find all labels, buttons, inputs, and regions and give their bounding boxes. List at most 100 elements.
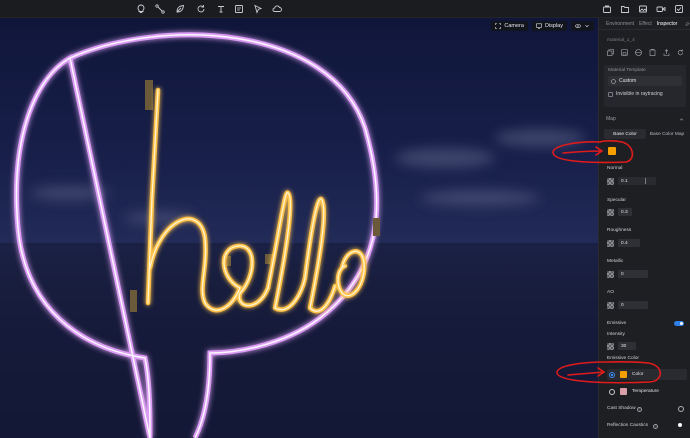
viewport-buttons: Camera Display <box>491 21 594 31</box>
invisible-raytracing-checkbox[interactable] <box>608 91 613 97</box>
bag-icon[interactable] <box>602 4 612 14</box>
cast-shadow-toggle[interactable] <box>678 406 684 412</box>
paste-icon[interactable] <box>649 49 656 56</box>
cursor-icon[interactable] <box>253 4 263 14</box>
share-icon[interactable] <box>663 49 670 56</box>
normal-slider[interactable]: 0.1 <box>618 177 656 185</box>
normal-slider-handle[interactable] <box>645 178 646 184</box>
tab-environment[interactable]: Environment <box>606 21 634 27</box>
temperature-swatch[interactable] <box>620 388 627 395</box>
emissive-color-option[interactable]: Color <box>607 369 687 380</box>
base-color-subtabs: Base Color Base Color Map <box>604 129 688 139</box>
inspector-action-icons <box>607 49 684 56</box>
normal-map-slot[interactable] <box>607 177 614 185</box>
camera-label: Camera <box>504 23 524 29</box>
reflection-caustics-help-icon[interactable]: ? <box>653 424 658 429</box>
text-icon[interactable] <box>216 4 226 14</box>
object-name: material_1_4 <box>607 38 635 43</box>
emissive-color-swatch[interactable] <box>620 371 627 378</box>
chevron-up-icon[interactable] <box>679 117 684 122</box>
camera-button[interactable]: Camera <box>491 21 528 31</box>
roughness-map-slot[interactable] <box>607 239 614 247</box>
pin-icon[interactable] <box>685 21 690 27</box>
metallic-row: 0 <box>607 270 648 278</box>
rotate-icon[interactable] <box>196 4 206 14</box>
view-options-button[interactable] <box>571 21 594 31</box>
invisible-raytracing-label: Invisible in raytracing <box>616 91 663 97</box>
duplicate-icon[interactable] <box>607 49 614 56</box>
monitor-icon <box>536 23 542 29</box>
temperature-option[interactable]: Temperature <box>607 386 687 397</box>
bulb-icon[interactable] <box>136 4 146 14</box>
intensity-label: Intensity <box>607 332 625 337</box>
material-template-label: Material Template <box>608 68 646 73</box>
ao-map-slot[interactable] <box>607 301 614 309</box>
intensity-map-slot[interactable] <box>607 342 614 350</box>
viewport-scene <box>0 32 598 438</box>
ao-value[interactable]: 0 <box>618 301 648 309</box>
roughness-row: 0.4 <box>607 239 640 247</box>
tab-effect[interactable]: Effect <box>639 21 652 27</box>
cast-shadow-help-icon[interactable]: ? <box>637 407 642 412</box>
material-template-value: Custom <box>619 78 637 84</box>
invisible-raytracing-row[interactable]: Invisible in raytracing <box>608 91 663 97</box>
connector-icon[interactable] <box>155 4 165 14</box>
normal-value: 0.1 <box>621 178 628 184</box>
specular-row: 0.3 <box>607 208 632 216</box>
panel-tabs: Environment Effect Inspector <box>599 18 690 30</box>
map-section-title: Map <box>606 116 616 122</box>
normal-row: 0.1 <box>607 177 656 185</box>
emissive-color-radio[interactable] <box>609 371 615 378</box>
folder-icon[interactable] <box>620 4 630 14</box>
reflection-caustics-toggle[interactable] <box>678 423 682 427</box>
emissive-toggle[interactable] <box>674 321 684 326</box>
base-color-swatch[interactable] <box>608 147 616 155</box>
top-right-tools <box>602 4 684 14</box>
inspector-panel: Environment Effect Inspector material_1_… <box>598 18 690 438</box>
roughness-label: Roughness <box>607 228 632 233</box>
base-color-row <box>607 147 616 155</box>
ao-label: AO <box>607 290 614 295</box>
tab-inspector[interactable]: Inspector <box>657 21 678 27</box>
display-label: Display <box>544 23 563 29</box>
specular-value[interactable]: 0.3 <box>618 208 632 216</box>
material-ball-icon[interactable] <box>635 49 642 56</box>
emissive-color-label: Emissive Color <box>607 356 639 361</box>
top-toolbar <box>0 0 690 18</box>
3d-viewport[interactable]: hello Camera Display <box>0 18 598 438</box>
subtab-base-color[interactable]: Base Color <box>604 129 646 139</box>
intensity-row: 30 <box>607 342 636 350</box>
specular-label: Specular <box>607 198 626 203</box>
cast-shadow-label: Cast Shadow <box>607 406 636 411</box>
chevron-down-icon <box>585 24 589 28</box>
temperature-radio[interactable] <box>609 388 615 395</box>
emissive-color-option-label: Color <box>632 372 644 377</box>
display-button[interactable]: Display <box>531 21 567 31</box>
cloud-layer <box>30 129 585 224</box>
subtab-base-color-map[interactable]: Base Color Map <box>646 129 688 139</box>
metallic-value[interactable]: 0 <box>618 270 648 278</box>
checkbox-icon[interactable] <box>674 4 684 14</box>
material-template-select[interactable]: Custom <box>608 76 682 86</box>
reset-icon[interactable] <box>677 49 684 56</box>
crosshair-icon <box>495 23 502 29</box>
eye-icon <box>575 24 581 28</box>
reflection-caustics-label: Reflection Caustics <box>607 423 649 428</box>
metallic-map-slot[interactable] <box>607 270 614 278</box>
ao-row: 0 <box>607 301 648 309</box>
intensity-value[interactable]: 30 <box>618 342 636 350</box>
roughness-value[interactable]: 0.4 <box>618 239 640 247</box>
image-icon[interactable] <box>638 4 648 14</box>
material-template-card: Material Template Custom Invisible in ra… <box>604 65 686 107</box>
preset-icon <box>611 78 616 84</box>
metallic-label: Metallic <box>607 259 624 264</box>
normal-label: Normal <box>607 166 623 171</box>
save-icon[interactable] <box>621 49 628 56</box>
specular-map-slot[interactable] <box>607 208 614 216</box>
temperature-option-label: Temperature <box>632 389 659 394</box>
emissive-label: Emissive <box>607 321 627 326</box>
leaf-icon[interactable] <box>175 4 185 14</box>
video-icon[interactable] <box>656 4 666 14</box>
cloud-icon[interactable] <box>272 4 282 14</box>
panel-icon[interactable] <box>234 4 244 14</box>
